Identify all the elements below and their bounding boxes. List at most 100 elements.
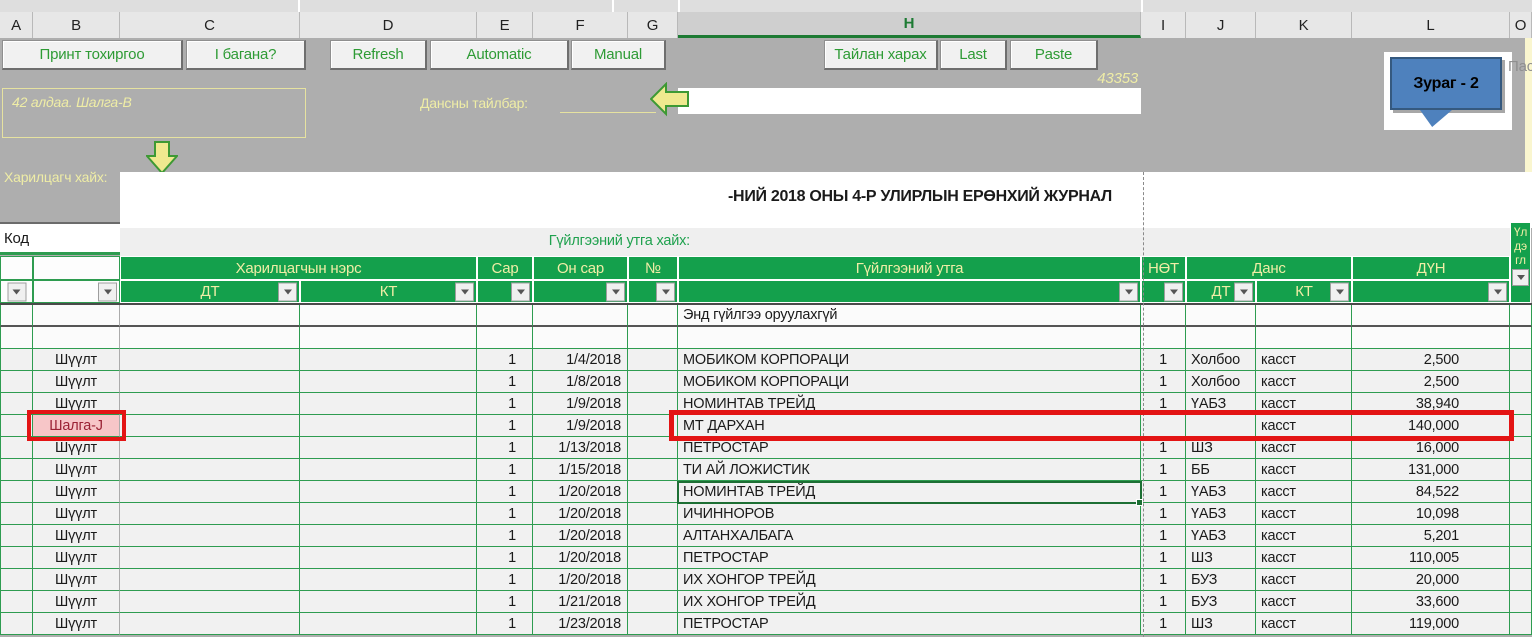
cell-d[interactable] xyxy=(300,305,477,327)
cell-b[interactable]: Шүүлт xyxy=(33,547,120,569)
cell-c[interactable] xyxy=(120,569,300,591)
column-header-i[interactable]: I xyxy=(1141,12,1186,38)
cell-a[interactable] xyxy=(0,613,33,635)
cell-i[interactable]: 1 xyxy=(1141,547,1186,569)
cell-o[interactable] xyxy=(1510,349,1532,371)
cell-i[interactable]: 1 xyxy=(1141,525,1186,547)
cell-g[interactable] xyxy=(628,327,678,349)
column-header-g[interactable]: G xyxy=(628,12,678,38)
cell-l[interactable]: 131,000 xyxy=(1352,459,1510,481)
cell-g[interactable] xyxy=(628,525,678,547)
cell-j[interactable]: ШЗ xyxy=(1186,547,1256,569)
filter-dropdown[interactable] xyxy=(656,282,675,301)
cell-j[interactable]: ҮАБЗ xyxy=(1186,525,1256,547)
cell-d[interactable] xyxy=(300,459,477,481)
cell-h[interactable]: ПЕТРОСТАР xyxy=(678,613,1141,635)
cell-f[interactable]: 1/20/2018 xyxy=(533,569,628,591)
cell-g[interactable] xyxy=(628,481,678,503)
cell-h[interactable]: ИХ ХОНГОР ТРЕЙД xyxy=(678,569,1141,591)
last-button[interactable]: Last xyxy=(940,40,1007,70)
cell-c[interactable] xyxy=(120,327,300,349)
cell-f[interactable] xyxy=(533,327,628,349)
cell-j[interactable] xyxy=(1186,327,1256,349)
cell-k[interactable]: касст xyxy=(1256,569,1352,591)
picture-callout[interactable]: Зураг - 2 xyxy=(1390,57,1502,110)
cell-d[interactable] xyxy=(300,525,477,547)
cell-h[interactable]: МОБИКОМ КОРПОРАЦИ xyxy=(678,371,1141,393)
column-header-l[interactable]: L xyxy=(1352,12,1510,38)
cell-i[interactable]: 1 xyxy=(1141,613,1186,635)
cell-i[interactable]: 1 xyxy=(1141,371,1186,393)
cell-a[interactable] xyxy=(0,305,33,327)
cell-b[interactable] xyxy=(33,327,120,349)
cell-a[interactable] xyxy=(0,481,33,503)
cell-o[interactable] xyxy=(1510,613,1532,635)
cell-h[interactable]: Энд гүйлгээ оруулахгүй xyxy=(678,305,1141,327)
cell-a[interactable] xyxy=(0,459,33,481)
cell-h[interactable]: ИХ ХОНГОР ТРЕЙД xyxy=(678,591,1141,613)
cell-k[interactable]: касст xyxy=(1256,547,1352,569)
cell-k[interactable]: касст xyxy=(1256,525,1352,547)
refresh-button[interactable]: Refresh xyxy=(330,40,427,70)
cell-o[interactable] xyxy=(1510,591,1532,613)
cell-c[interactable] xyxy=(120,305,300,327)
column-header-j[interactable]: J xyxy=(1186,12,1256,38)
column-header-c[interactable]: C xyxy=(120,12,300,38)
cell-f[interactable]: 1/15/2018 xyxy=(533,459,628,481)
cell-k[interactable]: касст xyxy=(1256,459,1352,481)
cell-a[interactable] xyxy=(0,591,33,613)
cell-g[interactable] xyxy=(628,569,678,591)
cell-i[interactable]: 1 xyxy=(1141,349,1186,371)
column-header-b[interactable]: B xyxy=(33,12,120,38)
cell-e[interactable]: 1 xyxy=(477,525,533,547)
cell-b[interactable]: Шүүлт xyxy=(33,613,120,635)
cell-j[interactable]: БУЗ xyxy=(1186,569,1256,591)
cell-f[interactable]: 1/9/2018 xyxy=(533,393,628,415)
cell-o[interactable] xyxy=(1510,305,1532,327)
cell-j[interactable]: Холбоо xyxy=(1186,371,1256,393)
filter-dropdown[interactable] xyxy=(1330,282,1349,301)
filter-dropdown[interactable] xyxy=(1119,282,1138,301)
filter-dropdown[interactable] xyxy=(1234,282,1253,301)
cell-j[interactable]: ББ xyxy=(1186,459,1256,481)
cell-f[interactable]: 1/20/2018 xyxy=(533,547,628,569)
column-header-a[interactable]: A xyxy=(0,12,33,38)
cell-c[interactable] xyxy=(120,415,300,437)
cell-b[interactable]: Шүүлт xyxy=(33,371,120,393)
cell-j[interactable]: ҮАБЗ xyxy=(1186,503,1256,525)
cell-e[interactable] xyxy=(477,305,533,327)
cell-l[interactable]: 2,500 xyxy=(1352,371,1510,393)
description-input[interactable] xyxy=(678,88,1141,114)
cell-g[interactable] xyxy=(628,459,678,481)
cell-i[interactable]: 1 xyxy=(1141,481,1186,503)
cell-h[interactable]: ТИ АЙ ЛОЖИСТИК xyxy=(678,459,1141,481)
cell-c[interactable] xyxy=(120,591,300,613)
header-account[interactable]: Данс xyxy=(1186,256,1352,280)
cell-g[interactable] xyxy=(628,613,678,635)
cell-e[interactable]: 1 xyxy=(477,349,533,371)
cell-f[interactable]: 1/23/2018 xyxy=(533,613,628,635)
cell-d[interactable] xyxy=(300,547,477,569)
cell-j[interactable]: ҮАБЗ xyxy=(1186,481,1256,503)
manual-button[interactable]: Manual xyxy=(571,40,666,70)
cell-o[interactable] xyxy=(1510,569,1532,591)
filter-dropdown[interactable] xyxy=(455,282,474,301)
cell-e[interactable]: 1 xyxy=(477,459,533,481)
cell-i[interactable]: 1 xyxy=(1141,459,1186,481)
cell-l[interactable] xyxy=(1352,305,1510,327)
header-description[interactable]: Гүйлгээний утга xyxy=(678,256,1141,280)
cell-f[interactable]: 1/20/2018 xyxy=(533,503,628,525)
filter-dropdown[interactable] xyxy=(606,282,625,301)
cell-a[interactable] xyxy=(0,525,33,547)
cell-d[interactable] xyxy=(300,569,477,591)
cell-d[interactable] xyxy=(300,327,477,349)
paste-button[interactable]: Paste xyxy=(1010,40,1098,70)
cell-d[interactable] xyxy=(300,371,477,393)
header-partner-name[interactable]: Харилцагчын нэрс xyxy=(120,256,477,280)
cell-l[interactable]: 5,201 xyxy=(1352,525,1510,547)
cell-a[interactable] xyxy=(0,569,33,591)
cell-f[interactable]: 1/8/2018 xyxy=(533,371,628,393)
column-header-f[interactable]: F xyxy=(533,12,628,38)
header-month[interactable]: Сар xyxy=(477,256,533,280)
fill-handle[interactable] xyxy=(1136,499,1143,506)
